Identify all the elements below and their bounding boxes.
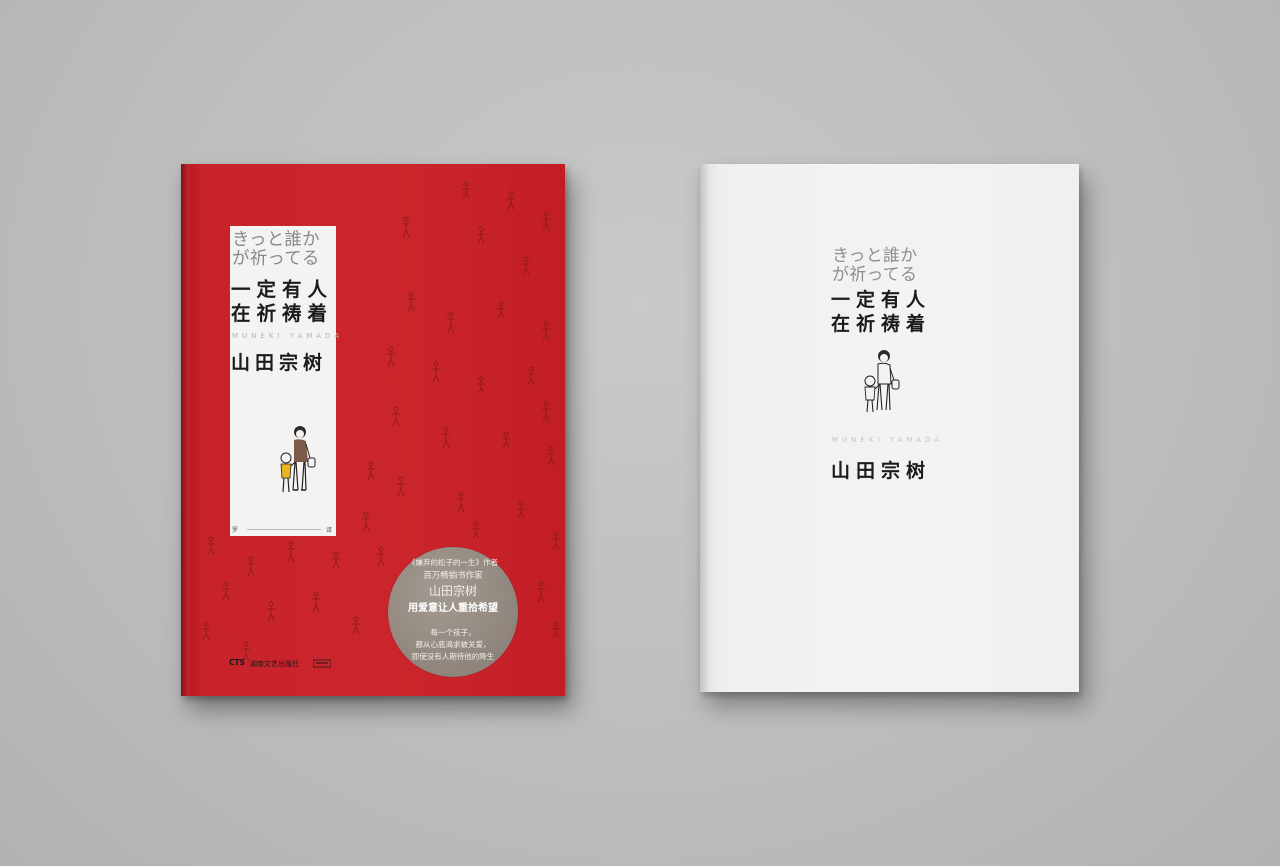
title-panel: きっと誰か が祈ってる 一定有人 在祈祷着 MUNEKI YAMADA 山田宗树…	[230, 226, 339, 536]
cts-logo: CTS	[229, 658, 245, 667]
red-book-cover: きっと誰か が祈ってる 一定有人 在祈祷着 MUNEKI YAMADA 山田宗树…	[181, 164, 565, 696]
author-name: 山田宗树	[831, 460, 932, 482]
translator-row: 罗 译	[231, 524, 335, 534]
sticker-line4: 用爱意让人重拾希望	[408, 603, 498, 614]
translator-name: 罗	[232, 527, 239, 534]
title-cn-line2: 在祈祷着	[831, 313, 932, 335]
sticker-line1: 《嫌弃的松子的一生》作者	[408, 558, 498, 567]
mother-child-illustration	[280, 426, 316, 493]
sticker-line5: 每一个孩子，	[430, 628, 476, 637]
title-cn-line1: 一定有人	[231, 278, 334, 301]
title-cn-line2: 在祈祷着	[231, 302, 334, 325]
author-roman: MUNEKI YAMADA	[232, 332, 344, 340]
title-jp-line2: が祈ってる	[832, 265, 918, 285]
title-jp-line1: きっと誰か	[232, 230, 320, 250]
white-book-cover: きっと誰か が祈ってる 一定有人 在祈祷着 MUNEKI YAMADA 山田宗树	[700, 164, 1079, 692]
sticker-line6: 都从心底渴求被关爱，	[415, 640, 491, 649]
translator-label: 译	[325, 527, 332, 534]
title-cn-line1: 一定有人	[831, 289, 932, 311]
sticker-line3: 山田宗树	[428, 584, 477, 598]
sticker-line7: 即使没有人期待他的降生	[411, 652, 495, 661]
title-jp-line2: が祈ってる	[232, 249, 320, 269]
publisher-name: 湖南文艺出版社	[250, 660, 299, 668]
author-name: 山田宗树	[231, 352, 328, 374]
promo-sticker: 《嫌弃的松子的一生》作者 百万畅销书作家 山田宗树 用爱意让人重拾希望 每一个孩…	[388, 547, 518, 677]
author-roman: MUNEKI YAMADA	[832, 436, 944, 444]
publisher-logo-icon	[313, 659, 331, 668]
translator-rule	[247, 529, 321, 530]
mother-child-illustration	[864, 350, 900, 413]
title-jp-line1: きっと誰か	[832, 246, 918, 266]
sticker-line2: 百万畅销书作家	[423, 571, 483, 581]
